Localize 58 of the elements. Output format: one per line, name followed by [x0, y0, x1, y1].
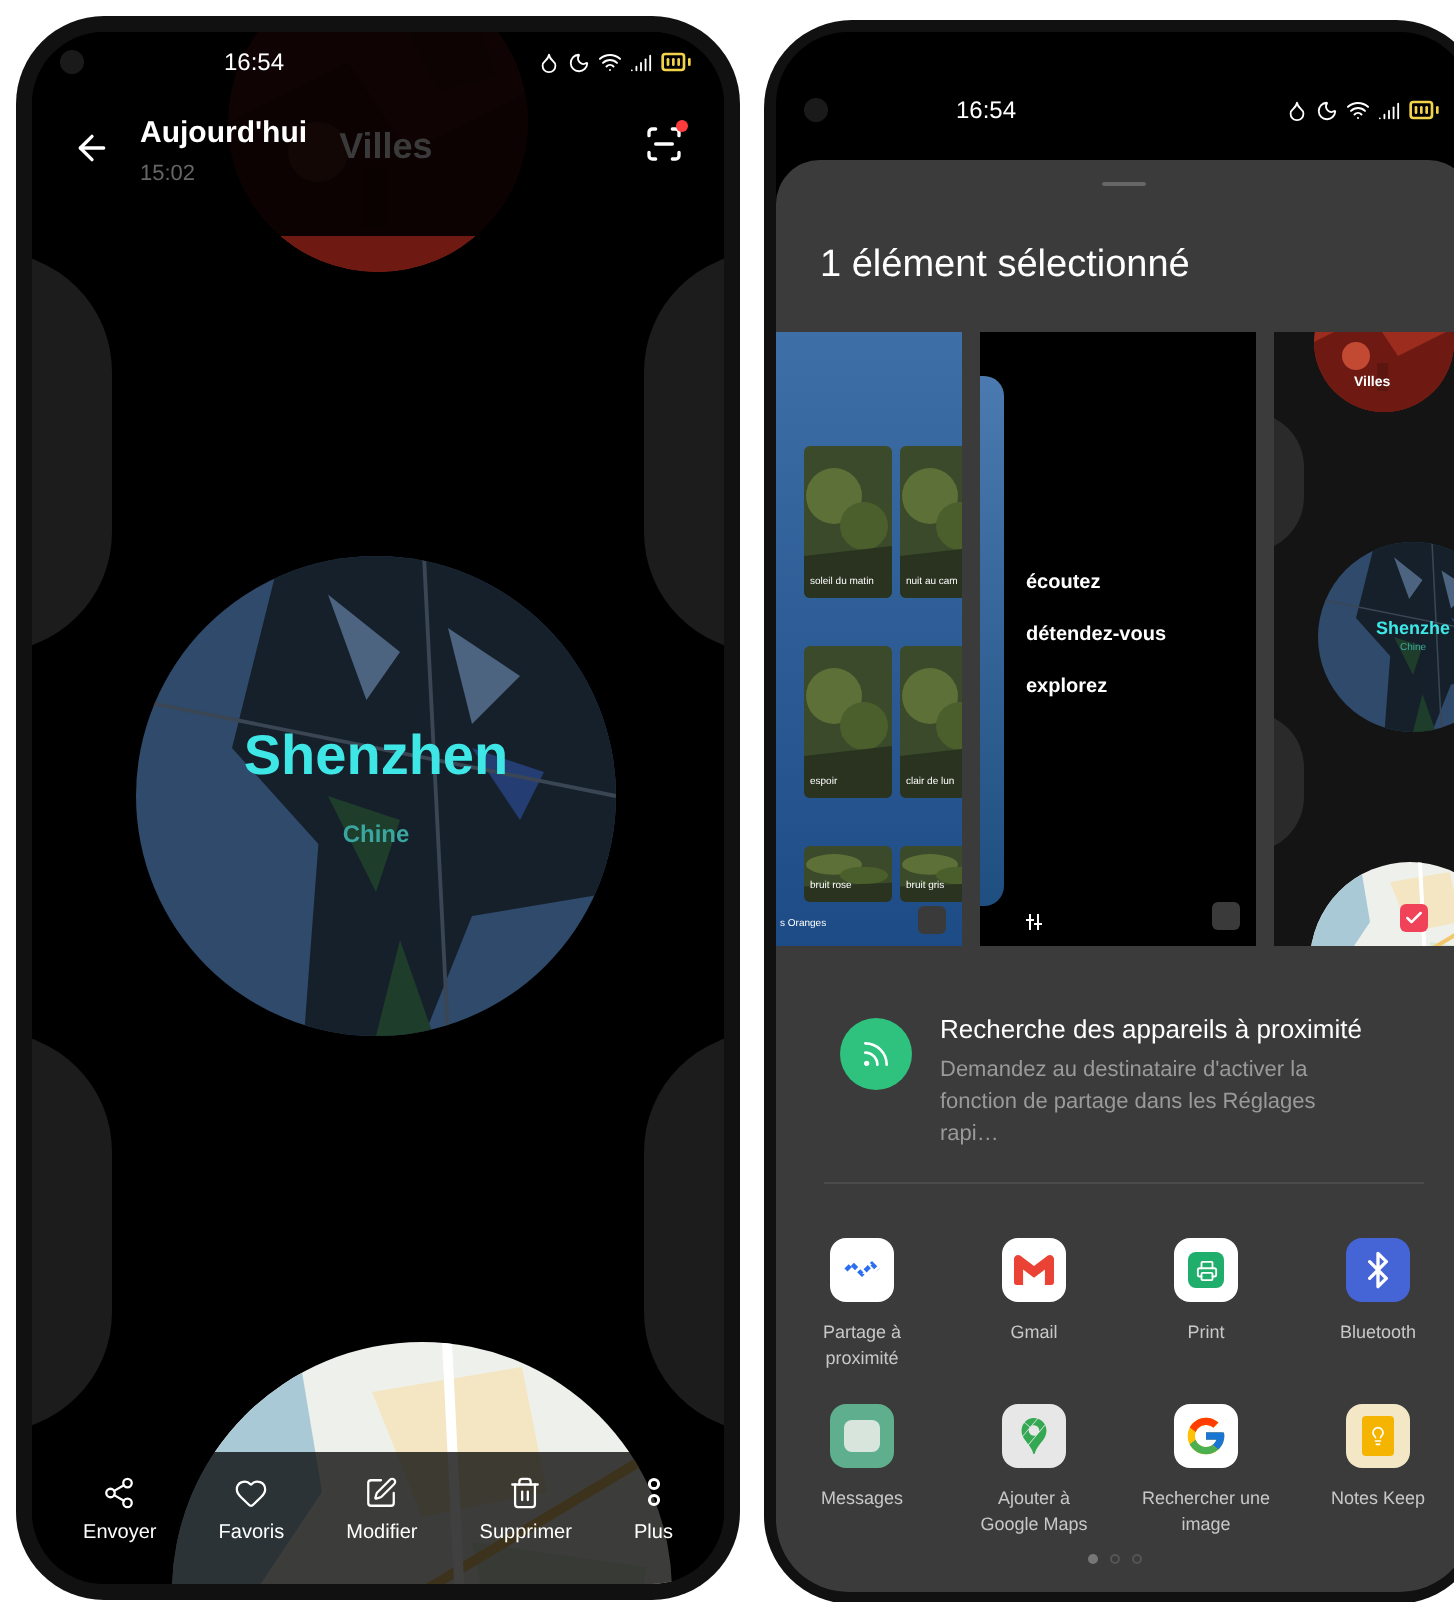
city-name: Shenzhen	[243, 728, 509, 784]
droplet-icon	[538, 51, 560, 73]
edit-icon	[364, 1476, 399, 1510]
checkbox[interactable]	[918, 905, 946, 933]
status-time: 16:54	[956, 94, 1017, 128]
nearby-share-icon	[830, 1238, 894, 1302]
share-target[interactable]: Notes Keep	[1292, 1404, 1454, 1538]
nearby-description: Demandez au destinataire d'activer la fonction de partage dans les Réglages rapi…	[940, 1056, 1318, 1150]
country-name: Chine	[342, 818, 410, 852]
share-target[interactable]: Partage à proximité	[776, 1238, 948, 1372]
gmail-icon	[1002, 1238, 1066, 1302]
camera-hole	[60, 50, 84, 74]
moon-icon	[568, 51, 590, 73]
signal-icon	[1378, 99, 1400, 121]
share-target[interactable]: Print	[1120, 1238, 1292, 1372]
equalizer-icon	[1026, 913, 1042, 929]
nearby-title: Recherche des appareils à proximité	[940, 1011, 1364, 1048]
toolbar-button[interactable]: Modifier	[346, 1476, 418, 1548]
preview-text: explorez	[1026, 673, 1110, 701]
checkbox[interactable]	[1400, 903, 1428, 931]
printer-icon	[1174, 1238, 1238, 1302]
toolbar-button[interactable]: Plus	[633, 1476, 673, 1548]
google-icon	[1174, 1404, 1238, 1468]
toolbar-button[interactable]: Favoris	[218, 1476, 285, 1548]
status-time: 16:54	[224, 46, 285, 80]
faded-title: Villes	[339, 124, 433, 170]
preview-thumbnail[interactable]: écoutez détendez-vous explorez	[980, 331, 1256, 945]
messages-icon	[830, 1404, 894, 1468]
toolbar-button[interactable]: Envoyer	[83, 1476, 157, 1548]
more-icon	[645, 1476, 662, 1510]
preview-text: détendez-vous	[1026, 621, 1169, 649]
check-icon	[1404, 907, 1424, 927]
bluetooth-icon	[1346, 1238, 1410, 1302]
map-pin-icon	[1002, 1404, 1066, 1468]
sheet-title: 1 élément sélectionné	[820, 242, 1192, 290]
nearby-icon	[840, 1017, 912, 1089]
preview-city: Shenzhe	[1375, 615, 1450, 641]
lightbulb-icon	[1346, 1404, 1410, 1468]
camera-hole	[804, 98, 828, 122]
preview-text: écoutez	[1026, 569, 1103, 597]
share-target[interactable]: Messages	[776, 1404, 948, 1538]
share-icon	[102, 1476, 137, 1510]
share-target[interactable]: Ajouter à Google Maps	[948, 1404, 1120, 1538]
moon-icon	[1316, 99, 1338, 121]
trash-icon	[508, 1476, 543, 1510]
sheet-handle	[1102, 182, 1146, 186]
checkbox[interactable]	[1212, 901, 1240, 929]
share-target[interactable]: Bluetooth	[1292, 1238, 1454, 1372]
droplet-icon	[1286, 99, 1308, 121]
toolbar-button[interactable]: Supprimer	[479, 1476, 572, 1548]
share-target[interactable]: Gmail	[948, 1238, 1120, 1372]
signal-icon	[630, 51, 652, 73]
header-subtitle: 15:02	[140, 159, 198, 189]
share-target[interactable]: Rechercher une image	[1120, 1404, 1292, 1538]
header-title: Aujourd'hui	[140, 114, 308, 154]
nearby-row[interactable]: Recherche des appareils à proximité Demandez au destinataire d'activer la fonction de partage dans les Réglages rapi…	[776, 1009, 1454, 1150]
heart-icon	[234, 1476, 269, 1510]
scan-icon[interactable]	[644, 124, 684, 164]
